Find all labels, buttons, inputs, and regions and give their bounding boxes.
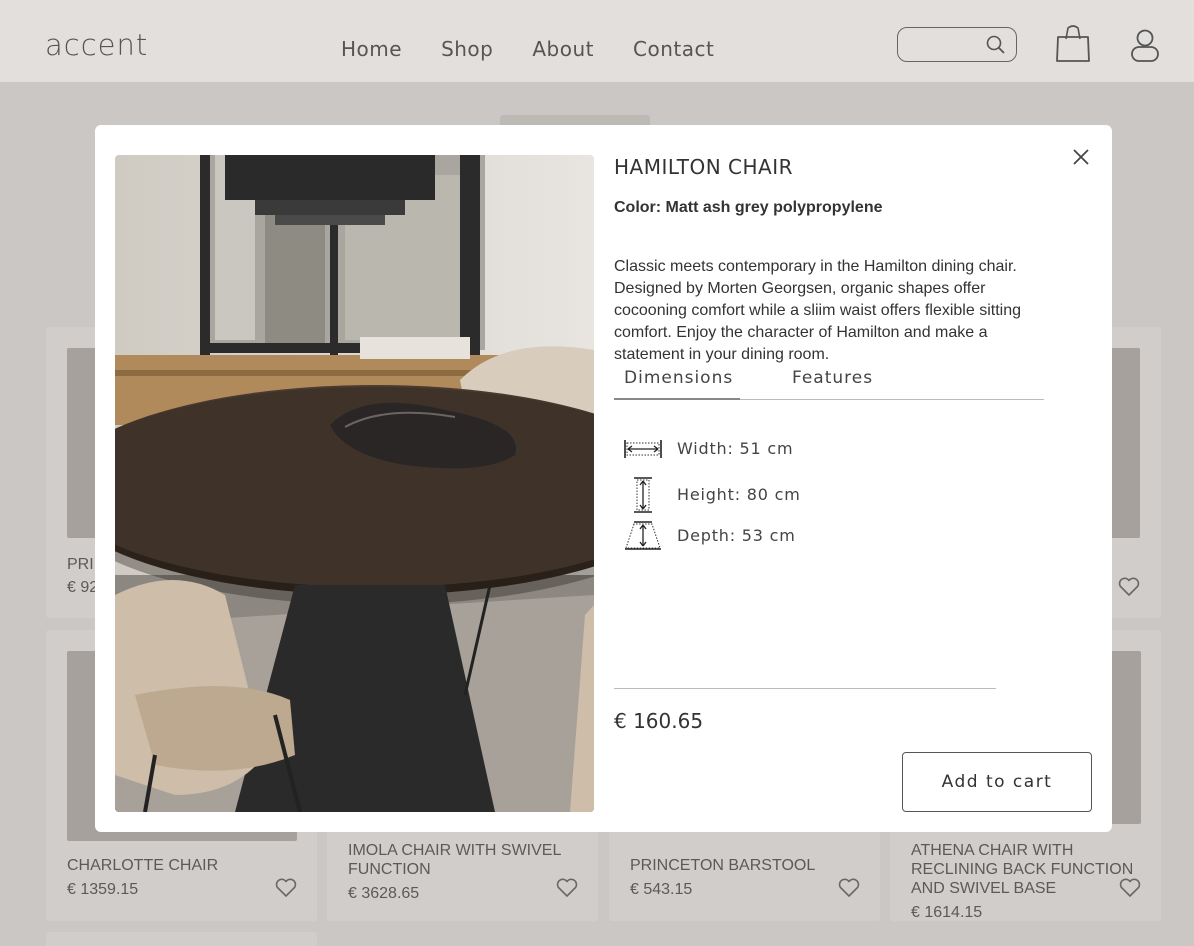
active-tab-indicator xyxy=(614,398,740,400)
user-icon[interactable] xyxy=(1130,28,1160,64)
tab-dimensions[interactable]: Dimensions xyxy=(624,368,733,388)
search-icon[interactable] xyxy=(986,35,1006,55)
search-input[interactable] xyxy=(897,27,1017,62)
price-divider xyxy=(614,688,996,689)
site-header: accent Home Shop About Contact xyxy=(0,0,1194,82)
tab-features[interactable]: Features xyxy=(792,368,873,388)
product-description: Classic meets contemporary in the Hamilt… xyxy=(614,258,1021,363)
close-icon[interactable] xyxy=(1071,147,1091,167)
depth-icon xyxy=(625,521,661,550)
shopping-bag-icon[interactable] xyxy=(1055,24,1091,64)
product-price: € 160.65 xyxy=(614,709,704,733)
product-color: Color: Matt ash grey polypropylene xyxy=(614,199,883,216)
nav-about[interactable]: About xyxy=(532,37,594,61)
nav-home[interactable]: Home xyxy=(341,37,402,61)
nav-shop[interactable]: Shop xyxy=(441,37,493,61)
product-photo xyxy=(115,155,594,812)
product-quickview-modal: HAMILTON CHAIR Color: Matt ash grey poly… xyxy=(95,125,1112,832)
add-to-cart-button[interactable]: Add to cart xyxy=(902,752,1092,812)
width-icon xyxy=(624,440,662,458)
dimension-height: Height: 80 cm xyxy=(624,477,800,513)
nav-contact[interactable]: Contact xyxy=(633,37,714,61)
height-label: Height: 80 cm xyxy=(677,485,801,504)
product-title: HAMILTON CHAIR xyxy=(614,155,794,179)
logo[interactable]: accent xyxy=(45,28,148,62)
dimension-depth: Depth: 53 cm xyxy=(624,521,795,550)
main-nav: Home Shop About Contact xyxy=(341,37,753,61)
height-icon xyxy=(634,477,652,513)
dimension-width: Width: 51 cm xyxy=(624,437,793,461)
depth-label: Depth: 53 cm xyxy=(677,526,796,545)
width-label: Width: 51 cm xyxy=(677,439,794,458)
